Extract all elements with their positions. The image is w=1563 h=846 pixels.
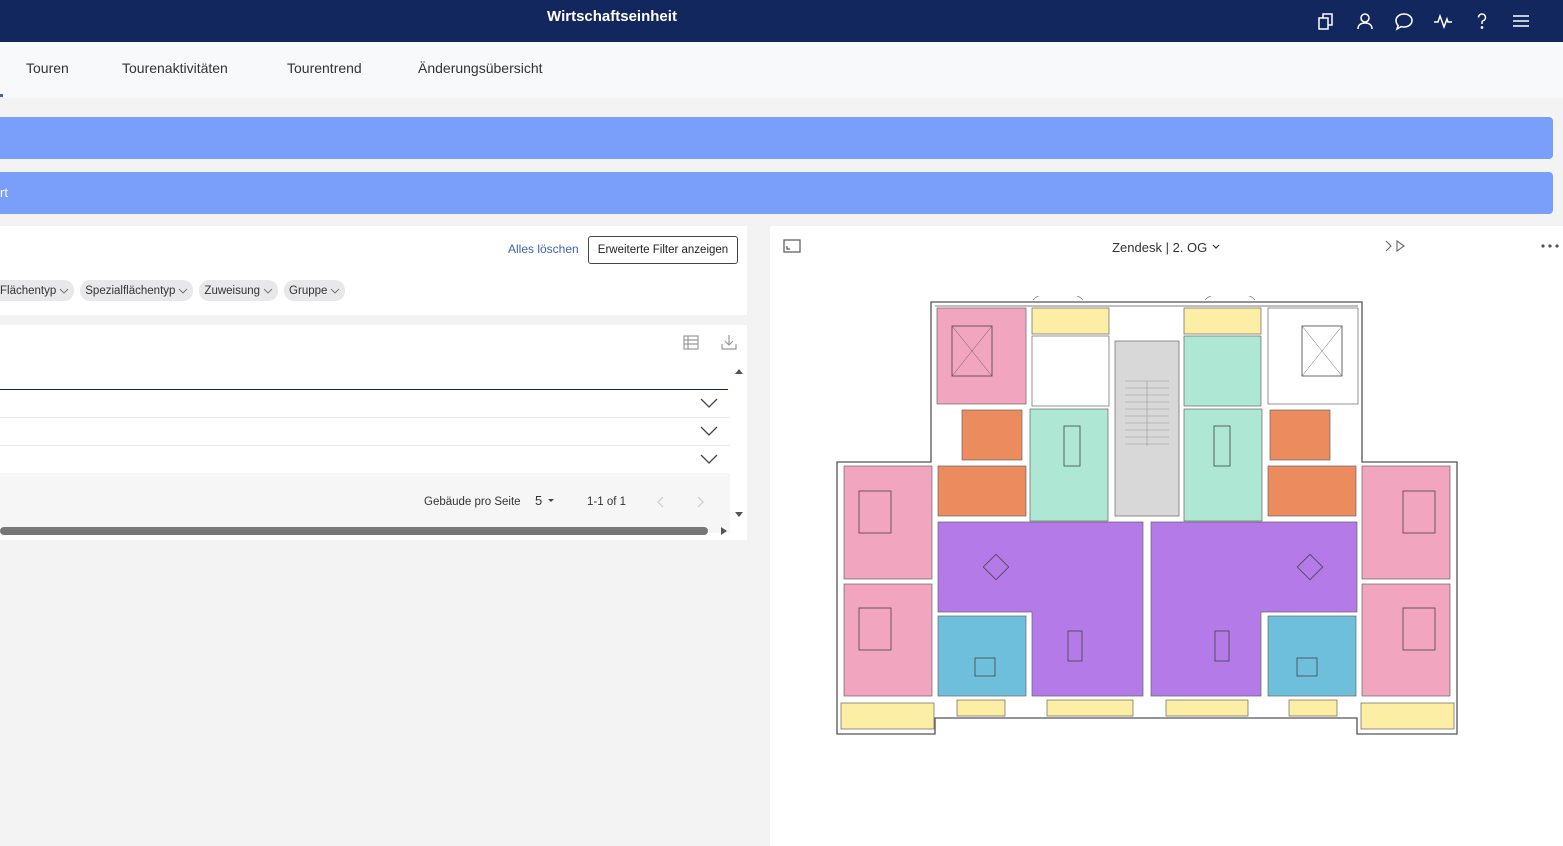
chip-gruppe[interactable]: Gruppe: [284, 280, 346, 301]
table-row[interactable]: [0, 446, 730, 474]
table-pagination: Gebäude pro Seite 5 1-1 of 1: [0, 473, 730, 533]
chevron-down-icon: [59, 288, 69, 294]
floor-selector[interactable]: Zendesk | 2. OG: [770, 240, 1563, 255]
chevron-down-icon: [331, 288, 340, 294]
filter-panel: Alles löschen Erweiterte Filter anzeigen…: [0, 226, 747, 315]
chevron-down-icon: [1212, 244, 1220, 249]
advanced-filter-button[interactable]: Erweiterte Filter anzeigen: [588, 236, 738, 264]
room-balcony[interactable]: [840, 702, 935, 730]
chip-label: Flächentyp: [0, 284, 57, 297]
room-balcony[interactable]: [1046, 699, 1134, 717]
room-bathroom[interactable]: [1267, 465, 1357, 517]
horizontal-scrollbar-thumb[interactable]: [0, 527, 708, 535]
active-tab-indicator: [0, 94, 3, 97]
scroll-up-icon[interactable]: [734, 367, 744, 375]
clear-all-link[interactable]: Alles löschen: [508, 242, 579, 256]
room-bathroom[interactable]: [1269, 409, 1331, 461]
room-bedroom[interactable]: [843, 465, 933, 580]
download-icon[interactable]: [719, 332, 739, 352]
vertical-scrollbar[interactable]: [731, 365, 747, 525]
top-nav-bar: Wirtschaftseinheit: [0, 0, 1563, 42]
app-title: Wirtschaftseinheit: [547, 8, 677, 25]
chat-icon[interactable]: [1389, 6, 1418, 35]
per-page-label: Gebäude pro Seite: [424, 496, 521, 508]
caret-down-icon: [547, 499, 554, 502]
tab-bar: Touren Tourenaktivitäten Tourentrend Änd…: [0, 42, 1563, 98]
copy-icon[interactable]: [1311, 6, 1340, 35]
header-icons: [1311, 6, 1535, 35]
tab-touren[interactable]: Touren: [26, 60, 69, 76]
chevron-down-icon: [263, 288, 273, 294]
chevron-down-icon[interactable]: [700, 396, 718, 410]
room-bedroom[interactable]: [843, 583, 933, 697]
tab-tourentrend[interactable]: Tourentrend: [287, 60, 362, 76]
scroll-right-icon[interactable]: [720, 526, 728, 536]
room-kitchen-unassigned[interactable]: [1031, 335, 1110, 407]
chip-flaechentyp[interactable]: Flächentyp: [0, 280, 75, 301]
per-page-select[interactable]: 5: [535, 493, 556, 508]
menu-icon[interactable]: [1506, 6, 1535, 35]
floor-plan: [836, 296, 1458, 735]
chevron-down-icon: [179, 288, 188, 294]
chip-label: Gruppe: [289, 284, 328, 297]
chevron-left-icon[interactable]: [655, 495, 667, 509]
room-office[interactable]: [937, 615, 1027, 697]
more-options-icon[interactable]: [1540, 243, 1560, 249]
tab-tourenaktivitaeten[interactable]: Tourenaktivitäten: [122, 60, 228, 76]
play-icon[interactable]: [1383, 239, 1407, 253]
room-office[interactable]: [1267, 615, 1357, 697]
chip-spezialflaechentyp[interactable]: Spezialflächentyp: [80, 280, 194, 301]
chevron-down-icon[interactable]: [700, 424, 718, 438]
room-bedroom[interactable]: [936, 307, 1027, 405]
table-columns-icon[interactable]: [681, 332, 701, 352]
room-balcony[interactable]: [1031, 307, 1110, 335]
scroll-down-icon[interactable]: [734, 511, 744, 519]
user-icon[interactable]: [1350, 6, 1379, 35]
room-balcony[interactable]: [1360, 702, 1455, 730]
room-balcony[interactable]: [1183, 307, 1262, 335]
chip-label: Zuweisung: [204, 284, 261, 297]
floor-plan-viewer: Zendesk | 2. OG: [770, 226, 1563, 846]
collapsible-section-1[interactable]: [0, 117, 1553, 159]
help-icon[interactable]: [1467, 6, 1496, 35]
chip-zuweisung[interactable]: Zuweisung: [199, 280, 279, 301]
room-balcony[interactable]: [1165, 699, 1249, 717]
table-row[interactable]: [0, 418, 730, 446]
room-bathroom[interactable]: [937, 465, 1027, 517]
activity-icon[interactable]: [1428, 6, 1457, 35]
room-kitchen[interactable]: [1183, 335, 1262, 407]
page-range: 1-1 of 1: [587, 496, 626, 508]
room-bathroom[interactable]: [961, 409, 1023, 461]
building-table: Gebäude pro Seite 5 1-1 of 1: [0, 325, 747, 540]
chevron-right-icon[interactable]: [694, 495, 706, 509]
room-balcony[interactable]: [1288, 699, 1338, 717]
floor-title: Zendesk | 2. OG: [1112, 240, 1208, 255]
per-page-value: 5: [535, 493, 543, 508]
room-bedroom[interactable]: [1361, 583, 1451, 697]
tab-aenderungsuebersicht[interactable]: Änderungsübersicht: [418, 60, 543, 76]
room-bedroom[interactable]: [1361, 465, 1451, 580]
section-2-label: rt: [0, 185, 8, 200]
room-balcony[interactable]: [956, 699, 1006, 717]
collapsible-section-2[interactable]: rt: [0, 172, 1553, 214]
room-bedroom-unassigned[interactable]: [1267, 307, 1359, 405]
chevron-down-icon[interactable]: [700, 452, 718, 466]
table-row[interactable]: [0, 390, 730, 418]
chip-label: Spezialflächentyp: [85, 284, 176, 297]
filter-chips: Flächentyp Spezialflächentyp Zuweisung G…: [0, 280, 346, 301]
